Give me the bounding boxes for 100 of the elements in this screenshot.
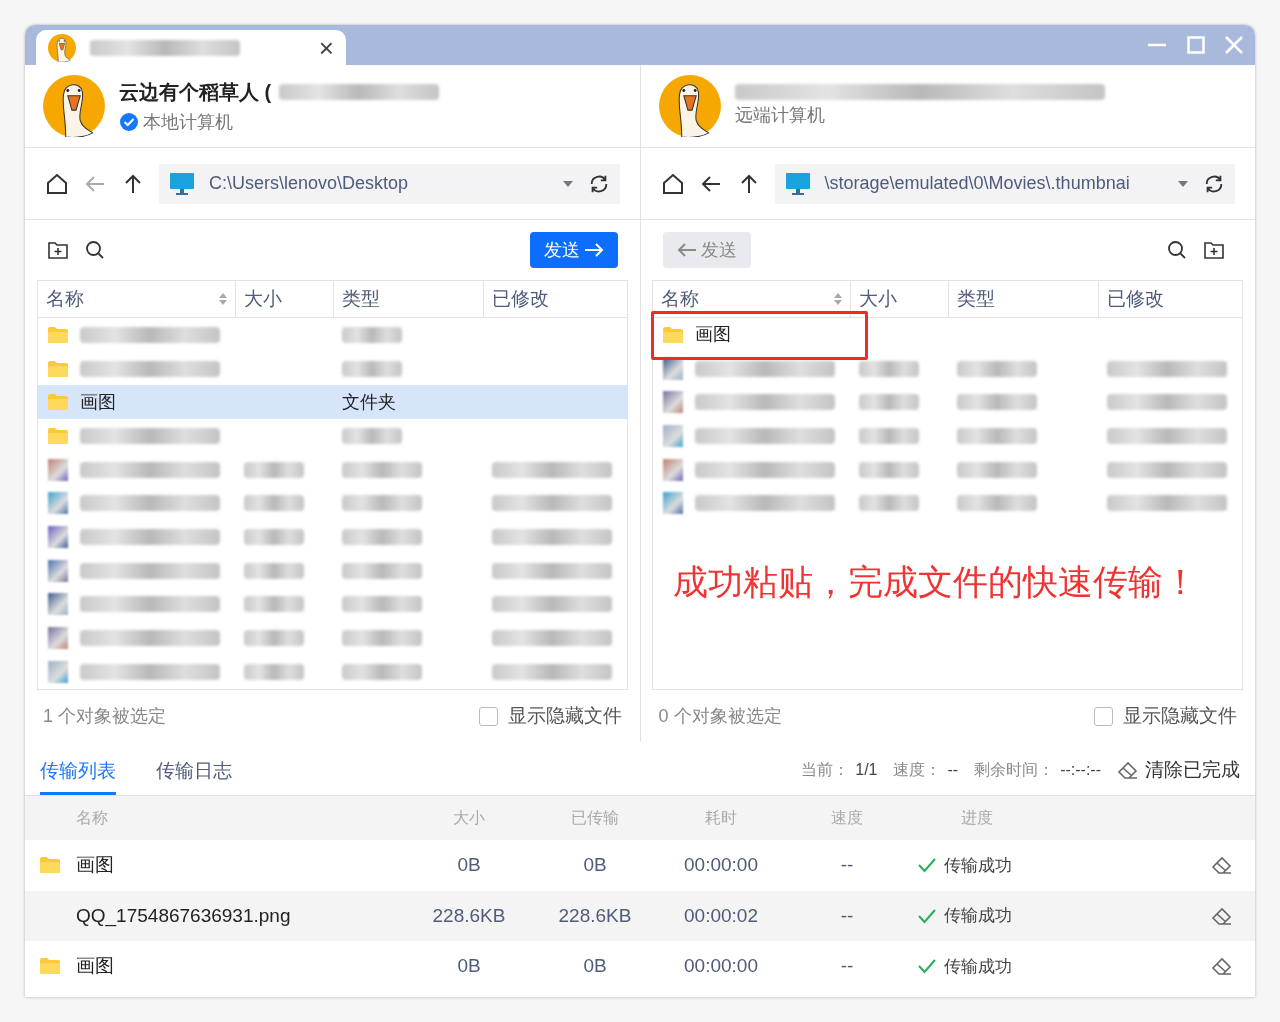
thumbnail-icon xyxy=(48,525,68,548)
transferred-cell-text: 0B xyxy=(582,954,608,978)
window-tab[interactable]: × xyxy=(36,30,346,65)
path-field[interactable]: \storage\emulated\0\Movies\.thumbnai xyxy=(774,163,1235,204)
computer-label: 本地计算机 xyxy=(143,110,233,134)
folder-icon xyxy=(48,394,68,411)
column-header[interactable]: 已修改 xyxy=(484,281,627,317)
transfer-file-name: QQ_1754867636931.png xyxy=(76,903,291,929)
column-header[interactable]: 已修改 xyxy=(1098,281,1242,317)
column-header[interactable]: 名称 xyxy=(652,281,851,317)
maximize-icon[interactable] xyxy=(1187,36,1205,54)
transfer-file-name: 画图 xyxy=(76,954,114,978)
blurred-text xyxy=(342,326,402,343)
computer-icon xyxy=(169,171,195,196)
blurred-text xyxy=(858,495,919,512)
thumbnail-icon xyxy=(48,593,68,616)
user-name: 云边有个稻草人 ( xyxy=(119,79,272,105)
annotation-text: 成功粘贴，完成文件的快速传输！ xyxy=(671,561,1199,604)
search-icon[interactable] xyxy=(1167,240,1187,260)
thumbnail-icon xyxy=(48,458,68,481)
blurred-text xyxy=(244,596,304,613)
show-hidden-checkbox[interactable] xyxy=(478,706,498,726)
eraser-icon[interactable] xyxy=(1211,956,1233,977)
column-header[interactable]: 大小 xyxy=(236,281,334,317)
blurred-text xyxy=(858,427,919,444)
blurred-text xyxy=(858,461,919,478)
thumbnail-icon xyxy=(662,458,683,481)
elapsed-cell-text: 00:00:00 xyxy=(683,954,759,978)
blurred-text xyxy=(858,360,919,377)
size-cell-text: 0B xyxy=(456,853,482,877)
show-hidden-label: 显示隐藏文件 xyxy=(1123,703,1237,728)
folder-icon xyxy=(40,857,60,874)
transfer-column-header: 速度 xyxy=(830,808,864,828)
sort-icon[interactable] xyxy=(833,292,842,306)
show-hidden-label: 显示隐藏文件 xyxy=(507,703,622,728)
home-icon[interactable] xyxy=(660,171,685,196)
home-icon[interactable] xyxy=(45,171,69,196)
search-icon[interactable] xyxy=(85,240,105,260)
transferred-cell-text: 0B xyxy=(582,853,608,877)
folder-icon xyxy=(48,427,68,444)
send-button[interactable]: 发送 xyxy=(529,232,618,268)
check-icon xyxy=(918,907,936,924)
stat-value: 1/1 xyxy=(855,760,878,780)
close-tab-button[interactable]: × xyxy=(318,34,334,61)
column-header[interactable]: 大小 xyxy=(850,281,949,317)
file-name: 画图 xyxy=(694,323,731,347)
check-icon xyxy=(918,958,936,975)
transfer-column-header: 耗时 xyxy=(704,808,738,828)
dropdown-caret-icon[interactable] xyxy=(1177,179,1189,188)
column-header[interactable]: 类型 xyxy=(948,281,1099,317)
stat-value: -- xyxy=(947,760,959,780)
speed-cell-text: -- xyxy=(839,954,855,978)
file-row[interactable]: 画图 文件夹 xyxy=(38,385,627,420)
thumbnail-icon xyxy=(48,492,68,515)
show-hidden-checkbox[interactable] xyxy=(1094,706,1113,726)
eraser-icon[interactable] xyxy=(1117,760,1139,780)
stat-label: 当前： xyxy=(801,760,850,780)
transfer-tab[interactable]: 传输日志 xyxy=(156,751,232,795)
blurred-text xyxy=(244,663,304,680)
transfer-column-header: 名称 xyxy=(75,808,109,828)
column-header[interactable]: 名称 xyxy=(38,281,236,317)
right-arrow-icon xyxy=(583,242,604,258)
transfer-column-header: 已传输 xyxy=(570,808,620,828)
new-folder-icon[interactable] xyxy=(1203,240,1225,260)
file-name: 画图 xyxy=(80,390,116,414)
eraser-icon[interactable] xyxy=(1211,905,1233,926)
sort-icon[interactable] xyxy=(219,292,227,306)
speed-cell-text: -- xyxy=(839,853,855,877)
eraser-icon[interactable] xyxy=(1211,855,1233,876)
speed-cell-text: -- xyxy=(839,903,855,928)
file-row[interactable]: 画图 xyxy=(652,318,1242,352)
thumbnail-icon xyxy=(48,627,68,650)
folder-icon xyxy=(40,958,60,975)
stat-value: --:--:-- xyxy=(1060,760,1101,780)
stat-label: 剩余时间： xyxy=(974,760,1055,780)
folder-icon xyxy=(48,326,68,343)
dropdown-caret-icon[interactable] xyxy=(561,179,574,188)
thumbnail-icon xyxy=(662,424,683,447)
thumbnail-icon xyxy=(662,492,683,515)
close-icon[interactable] xyxy=(1225,36,1243,54)
thumbnail-icon xyxy=(662,391,683,414)
clear-completed-button[interactable]: 清除已完成 xyxy=(1117,755,1240,785)
blurred-text xyxy=(244,495,304,512)
folder-icon xyxy=(48,360,68,377)
transfer-file-name: 画图 xyxy=(76,853,114,877)
blurred-text xyxy=(244,528,304,545)
goose-avatar-icon xyxy=(658,75,721,137)
stat-label: 速度： xyxy=(893,760,942,780)
left-arrow-icon xyxy=(676,242,697,258)
new-folder-icon[interactable] xyxy=(47,240,69,260)
path-field[interactable]: C:\Users\lenovo\Desktop xyxy=(159,163,620,204)
computer-label: 远端计算机 xyxy=(734,103,825,127)
file-type: 文件夹 xyxy=(342,391,396,412)
blurred-text xyxy=(244,562,304,579)
size-cell-text: 0B xyxy=(456,954,482,978)
status-text: 传输成功 xyxy=(944,854,1012,877)
transfer-column-header: 大小 xyxy=(452,808,486,828)
status-text: 传输成功 xyxy=(944,905,1012,927)
status-text: 传输成功 xyxy=(944,955,1012,978)
column-header[interactable]: 类型 xyxy=(334,281,484,317)
